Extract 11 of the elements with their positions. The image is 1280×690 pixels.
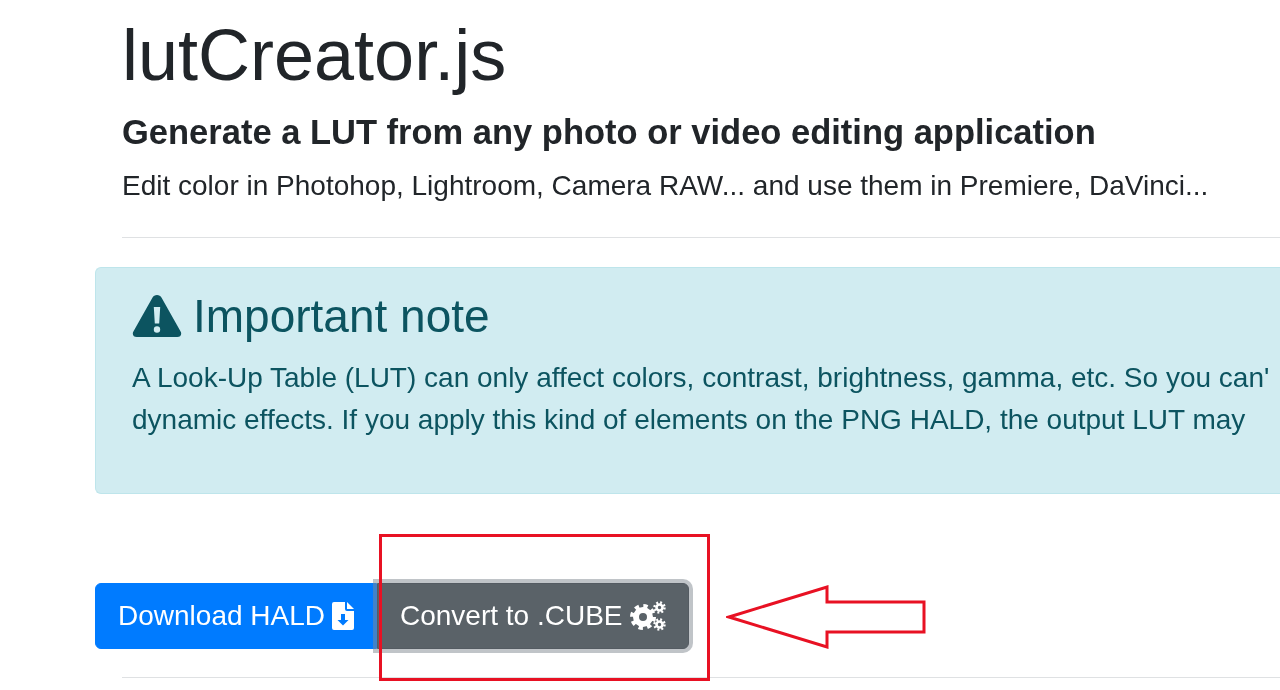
- download-button[interactable]: Download HALD: [95, 582, 377, 649]
- convert-button[interactable]: Convert to .CUBE: [377, 582, 689, 649]
- note-heading: Important note: [193, 288, 490, 343]
- note-text-line: dynamic effects. If you apply this kind of elements on the PNG HALD, the output LUT may: [132, 402, 1246, 437]
- page-subtitle: Generate a LUT from any photo or video editing application: [122, 112, 1096, 154]
- gears-icon: [629, 600, 666, 631]
- page-title: lutCreator.js: [122, 14, 507, 97]
- warning-icon: [132, 293, 182, 338]
- note-text-line: A Look-Up Table (LUT) can only affect colors, contrast, brightness, gamma, etc. So you can': [132, 360, 1270, 395]
- file-download-icon: [332, 601, 354, 630]
- lead-text: Edit color in Photohop, Lightroom, Camera RAW... and use them in Premiere, DaVinci...: [122, 169, 1209, 204]
